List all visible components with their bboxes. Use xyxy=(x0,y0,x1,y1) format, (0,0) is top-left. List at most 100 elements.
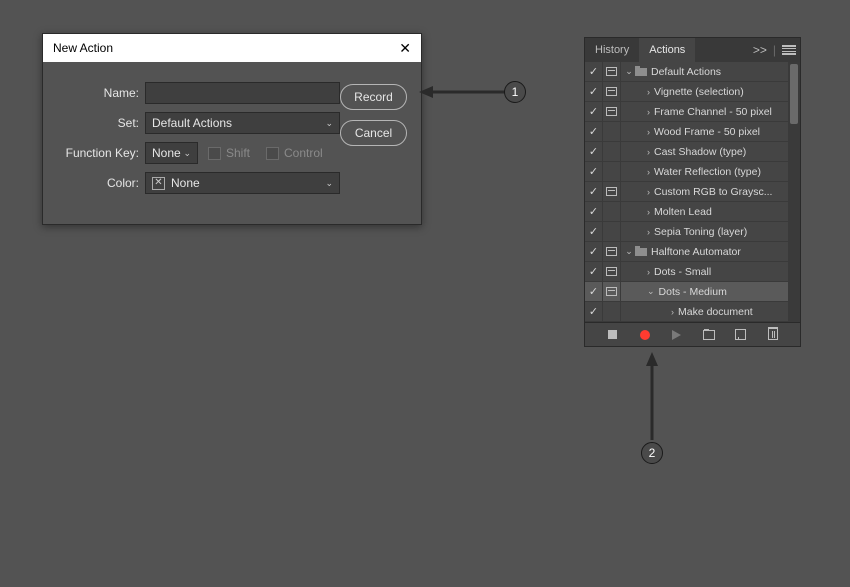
chevron-right-icon[interactable]: › xyxy=(647,87,650,97)
toggle-check[interactable]: ✓ xyxy=(585,242,603,261)
row-label: Dots - Small xyxy=(654,266,711,278)
row-label: Make document xyxy=(678,306,753,318)
toggle-check[interactable]: ✓ xyxy=(585,142,603,161)
row-label: Vignette (selection) xyxy=(654,86,744,98)
new-set-button[interactable] xyxy=(702,328,716,342)
action-set-row[interactable]: ✓ ⌄Default Actions xyxy=(585,62,800,82)
toggle-dialog[interactable] xyxy=(603,142,621,161)
toggle-check[interactable]: ✓ xyxy=(585,182,603,201)
toggle-check[interactable]: ✓ xyxy=(585,102,603,121)
cancel-button[interactable]: Cancel xyxy=(340,120,407,146)
row-content: ›Wood Frame - 50 pixel xyxy=(621,122,800,141)
toggle-check[interactable]: ✓ xyxy=(585,82,603,101)
chevron-right-icon[interactable]: › xyxy=(647,187,650,197)
annotation-arrow-1 xyxy=(415,80,515,104)
record-button[interactable]: Record xyxy=(340,84,407,110)
chevron-right-icon[interactable]: › xyxy=(647,167,650,177)
chevron-right-icon[interactable]: › xyxy=(647,207,650,217)
shift-checkbox[interactable] xyxy=(208,147,221,160)
action-row[interactable]: ✓›Sepia Toning (layer) xyxy=(585,222,800,242)
close-icon[interactable]: ✕ xyxy=(399,40,411,57)
toggle-check[interactable]: ✓ xyxy=(585,162,603,181)
action-row[interactable]: ✓ ›Wood Frame - 50 pixel xyxy=(585,122,800,142)
new-action-button[interactable] xyxy=(734,328,748,342)
check-icon: ✓ xyxy=(589,165,598,178)
toggle-check[interactable]: ✓ xyxy=(585,62,603,81)
set-select[interactable]: Default Actions ⌄ xyxy=(145,112,340,134)
row-content: ⌄Dots - Medium xyxy=(621,282,800,301)
chevron-right-icon[interactable]: › xyxy=(647,227,650,237)
check-icon: ✓ xyxy=(589,305,598,318)
toggle-dialog[interactable] xyxy=(603,222,621,241)
action-set-row[interactable]: ✓ ⌄ Halftone Automator xyxy=(585,242,800,262)
collapse-icon[interactable]: >> xyxy=(753,43,767,57)
play-button[interactable] xyxy=(670,328,684,342)
chevron-down-icon[interactable]: ⌄ xyxy=(623,246,635,257)
name-input[interactable] xyxy=(145,82,340,104)
check-icon: ✓ xyxy=(589,145,598,158)
control-checkbox[interactable] xyxy=(266,147,279,160)
toggle-dialog[interactable] xyxy=(603,182,621,201)
dialog-titlebar[interactable]: New Action ✕ xyxy=(43,34,421,62)
tab-history[interactable]: History xyxy=(585,38,639,62)
action-row[interactable]: ✓ › Vignette (selection) xyxy=(585,82,800,102)
chevron-right-icon[interactable]: › xyxy=(647,147,650,157)
toggle-dialog[interactable] xyxy=(603,282,621,301)
action-step-row[interactable]: ✓ › Make document xyxy=(585,302,800,322)
tab-actions[interactable]: Actions xyxy=(639,38,695,62)
action-row[interactable]: ✓›Cast Shadow (type) xyxy=(585,142,800,162)
dialog-toggle-icon xyxy=(606,107,617,116)
toggle-dialog[interactable] xyxy=(603,162,621,181)
chevron-down-icon[interactable]: ⌄ xyxy=(647,286,655,297)
row-label: Molten Lead xyxy=(654,206,712,218)
row-content: ⌄Default Actions xyxy=(621,62,800,81)
check-icon: ✓ xyxy=(589,125,598,138)
stop-button[interactable] xyxy=(606,328,620,342)
chevron-right-icon[interactable]: › xyxy=(647,107,650,117)
panel-menu-icon[interactable] xyxy=(782,45,796,55)
function-key-select[interactable]: None ⌄ xyxy=(145,142,198,164)
action-row[interactable]: ✓ › Dots - Small xyxy=(585,262,800,282)
record-button-footer[interactable] xyxy=(638,328,652,342)
action-row[interactable]: ✓›Water Reflection (type) xyxy=(585,162,800,182)
delete-button[interactable] xyxy=(766,328,780,342)
action-row[interactable]: ✓›Frame Channel - 50 pixel xyxy=(585,102,800,122)
toggle-check[interactable]: ✓ xyxy=(585,262,603,281)
toggle-dialog[interactable] xyxy=(603,262,621,281)
check-icon: ✓ xyxy=(589,245,598,258)
toggle-check[interactable]: ✓ xyxy=(585,202,603,221)
toggle-check[interactable]: ✓ xyxy=(585,222,603,241)
action-row[interactable]: ✓ › Custom RGB to Graysc... xyxy=(585,182,800,202)
folder-icon xyxy=(635,67,647,76)
row-label: Halftone Automator xyxy=(651,246,741,258)
dialog-toggle-icon xyxy=(606,187,617,196)
chevron-right-icon[interactable]: › xyxy=(671,307,674,317)
color-none-icon: ✕ xyxy=(152,177,165,190)
chevron-down-icon[interactable]: ⌄ xyxy=(623,66,635,77)
action-row[interactable]: ✓ ⌄Dots - Medium xyxy=(585,282,800,302)
toggle-dialog[interactable] xyxy=(603,62,621,81)
scroll-thumb[interactable] xyxy=(790,64,798,124)
row-label: Custom RGB to Graysc... xyxy=(654,186,772,198)
color-value: None xyxy=(171,176,200,190)
check-icon: ✓ xyxy=(589,225,598,238)
scrollbar[interactable] xyxy=(788,62,800,322)
dialog-toggle-icon xyxy=(606,87,617,96)
toggle-dialog[interactable] xyxy=(603,242,621,261)
dialog-toggle-icon xyxy=(606,67,617,76)
toggle-dialog[interactable] xyxy=(603,102,621,121)
toggle-check[interactable]: ✓ xyxy=(585,302,603,321)
chevron-right-icon[interactable]: › xyxy=(647,127,650,137)
chevron-right-icon[interactable]: › xyxy=(647,267,650,277)
toggle-dialog[interactable] xyxy=(603,202,621,221)
panel-tabstrip: History Actions >> | xyxy=(585,38,800,62)
toggle-dialog[interactable] xyxy=(603,122,621,141)
row-content: › Vignette (selection) xyxy=(621,82,800,101)
color-select[interactable]: ✕ None ⌄ xyxy=(145,172,340,194)
action-row[interactable]: ✓ › Molten Lead xyxy=(585,202,800,222)
toggle-dialog[interactable] xyxy=(603,302,621,321)
toggle-check[interactable]: ✓ xyxy=(585,122,603,141)
toggle-check[interactable]: ✓ xyxy=(585,282,603,301)
toggle-dialog[interactable] xyxy=(603,82,621,101)
panel-footer xyxy=(585,322,800,346)
